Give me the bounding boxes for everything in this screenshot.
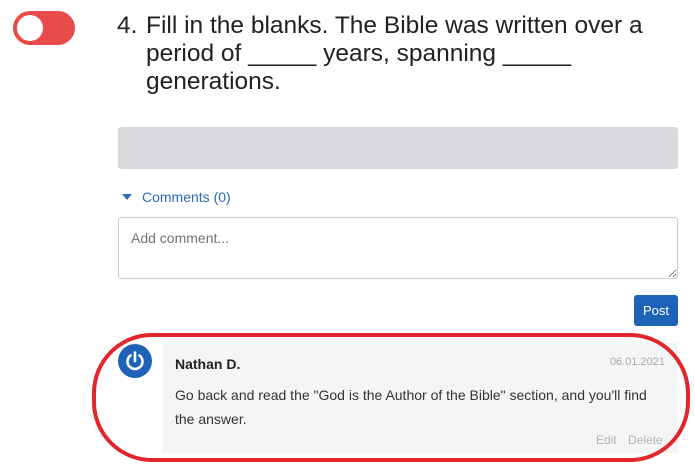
comments-toggle[interactable]: Comments (0) — [122, 189, 231, 205]
edit-link[interactable]: Edit — [596, 433, 617, 447]
power-icon — [126, 351, 144, 371]
question-text-line-2: period of _____ years, spanning _____ — [146, 40, 571, 67]
post-button[interactable]: Post — [634, 295, 678, 326]
comments-toggle-label: Comments (0) — [142, 189, 231, 205]
toggle-switch[interactable] — [13, 11, 75, 45]
answer-bar — [118, 127, 678, 169]
avatar[interactable] — [118, 344, 152, 378]
question: 4. Fill in the blanks. The Bible was writ… — [117, 12, 677, 96]
comment-input[interactable] — [118, 217, 678, 279]
comment-date: 06.01.2021 — [609, 356, 665, 368]
caret-down-icon — [122, 194, 132, 200]
question-text-line-3: generations. — [146, 68, 281, 95]
comment-actions: Edit Delete — [588, 433, 663, 447]
question-number: 4. — [117, 12, 138, 39]
comment-body: Go back and read the "God is the Author … — [175, 387, 647, 427]
question-page: 4. Fill in the blanks. The Bible was writ… — [0, 0, 695, 475]
question-text-line-1: Fill in the blanks. The Bible was writte… — [146, 12, 643, 39]
question-line-1: 4. Fill in the blanks. The Bible was writ… — [117, 12, 677, 40]
toggle-knob — [17, 15, 43, 41]
comment-author: Nathan D. — [175, 356, 241, 372]
delete-link[interactable]: Delete — [628, 433, 663, 447]
